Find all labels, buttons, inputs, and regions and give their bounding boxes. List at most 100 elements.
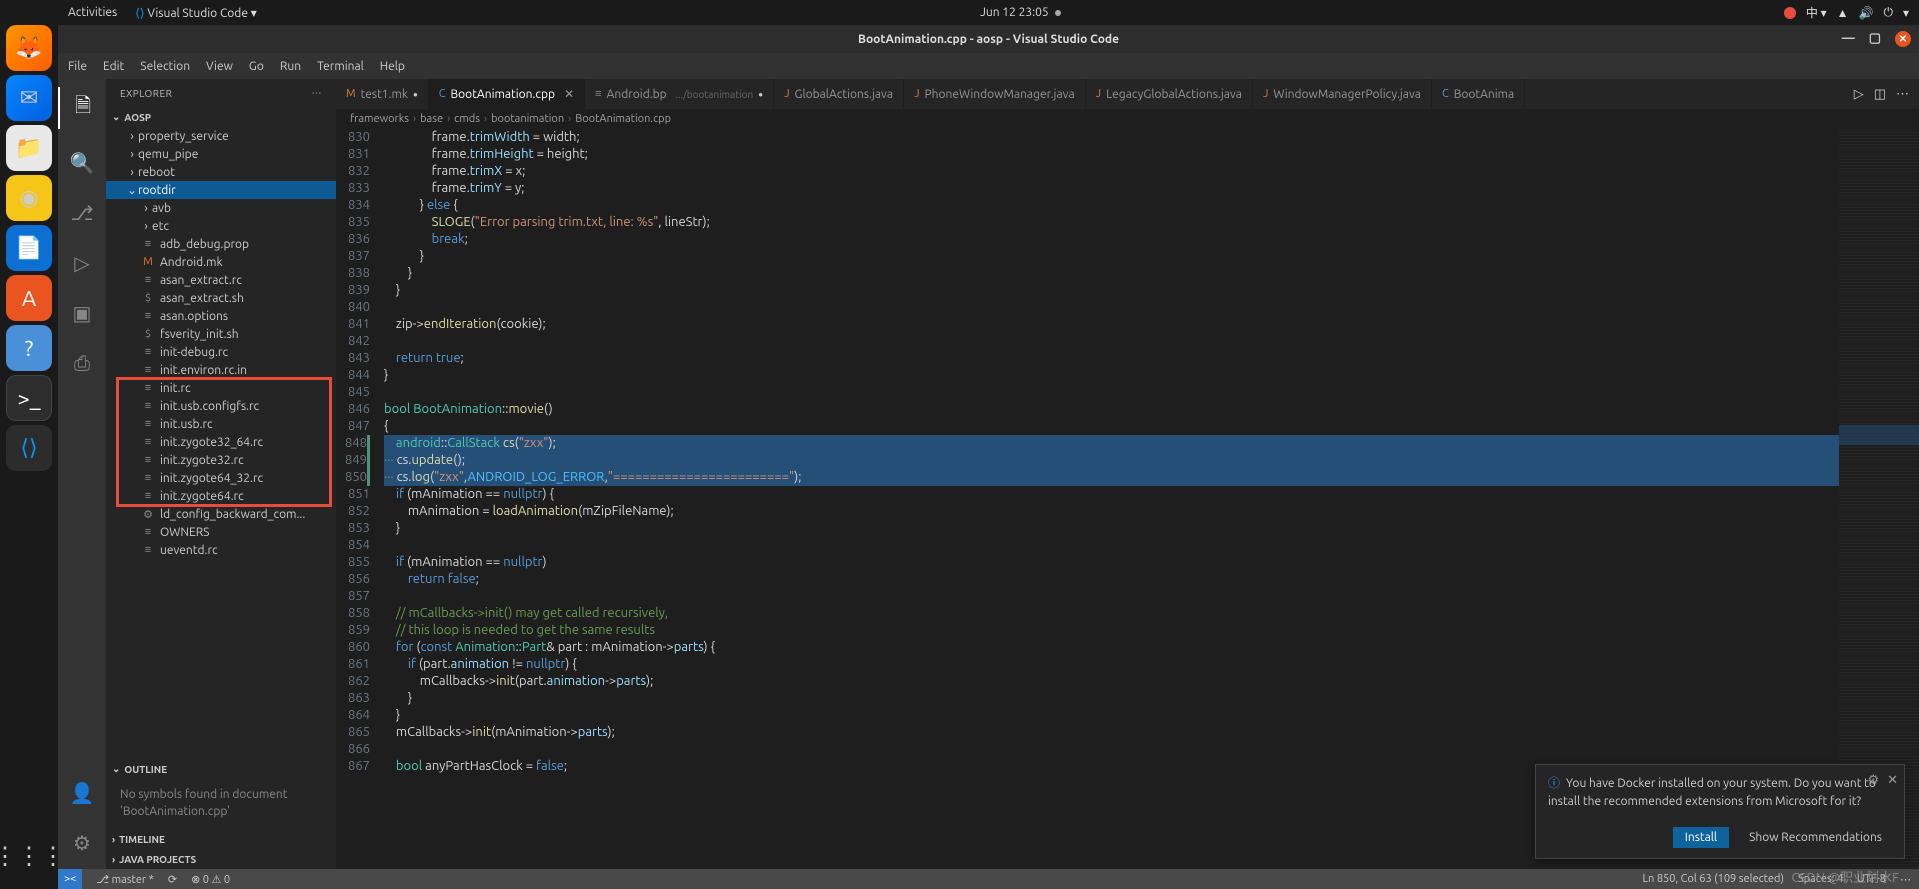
tab-windowmanagerpolicy-java[interactable]: JWindowManagerPolicy.java [1253,79,1432,109]
clock[interactable]: Jun 12 23:05 [980,6,1049,19]
maximize-button[interactable]: ▢ [1869,31,1881,47]
app-menu[interactable]: ⟨⟩ Visual Studio Code ▾ [135,6,257,20]
run-icon[interactable]: ▷ [1854,87,1864,102]
file-item[interactable]: ≡ueventd.rc [106,541,336,559]
more-icon[interactable]: ⋯ [1896,87,1909,102]
breadcrumb-segment[interactable]: bootanimation [491,113,564,125]
install-button[interactable]: Install [1673,827,1729,848]
menu-edit[interactable]: Edit [103,60,124,73]
remote-indicator[interactable]: >< [58,869,82,889]
extensions-view-icon[interactable]: ▣ [58,297,106,329]
git-sync[interactable]: ⟳ [168,873,177,886]
tab-phonewindowmanager-java[interactable]: JPhoneWindowManager.java [904,79,1086,109]
folder-item[interactable]: ›qemu_pipe [106,145,336,163]
outline-section-head[interactable]: ⌄OUTLINE [106,759,336,779]
problems-status[interactable]: ⊗ 0 ⚠ 0 [191,873,230,886]
file-item[interactable]: ≡asan.options [106,307,336,325]
file-item[interactable]: ≡init-debug.rc [106,343,336,361]
terminal-icon[interactable]: >_ [6,375,52,421]
breadcrumb-segment[interactable]: cmds [454,113,480,125]
file-item[interactable]: ≡init.zygote64_32.rc [106,469,336,487]
folder-item[interactable]: ›reboot [106,163,336,181]
tab-globalactions-java[interactable]: JGlobalActions.java [774,79,904,109]
show-recommendations-button[interactable]: Show Recommendations [1737,827,1894,848]
file-item[interactable]: ≡adb_debug.prop [106,235,336,253]
volume-icon[interactable]: 🔊 [1859,6,1874,20]
split-icon[interactable]: ◫ [1874,87,1886,102]
tab-bootanimation-cpp[interactable]: CBootAnimation.cpp✕ [429,79,585,109]
system-menu-chevron-icon[interactable]: ▾ [1903,6,1909,20]
software-icon[interactable]: A [6,275,52,321]
explorer-view-icon[interactable]: 🗎 [58,87,106,129]
menu-run[interactable]: Run [280,60,301,73]
folder-item[interactable]: ›etc [106,217,336,235]
show-apps-icon[interactable]: ⋮⋮⋮ [6,833,52,879]
run-view-icon[interactable]: ▷ [58,247,106,279]
git-branch[interactable]: ⎇ master * [96,873,153,886]
tab-bootanima[interactable]: CBootAnima [1432,79,1525,109]
file-item[interactable]: ⚙ld_config_backward_com... [106,505,336,523]
breadcrumb-segment[interactable]: frameworks [350,113,409,125]
file-item[interactable]: ≡init.usb.rc [106,415,336,433]
help-icon[interactable]: ? [6,325,52,371]
menu-help[interactable]: Help [380,60,405,73]
minimap[interactable] [1839,129,1919,869]
file-item[interactable]: $asan_extract.sh [106,289,336,307]
editor[interactable]: 8308318328338348358368378388398408418428… [336,129,1919,869]
file-item[interactable]: ≡init.zygote32.rc [106,451,336,469]
notification-close-icon[interactable]: ✕ [1887,771,1898,791]
files-icon[interactable]: 📁 [6,125,52,171]
close-button[interactable]: ✕ [1895,31,1911,47]
minimize-button[interactable]: — [1842,31,1855,47]
vscode-window: BootAnimation.cpp - aosp - Visual Studio… [58,25,1919,889]
file-item[interactable]: ≡init.zygote32_64.rc [106,433,336,451]
breadcrumb-segment[interactable]: base [420,113,443,125]
indentation-status[interactable]: Spaces: 4 [1798,873,1843,886]
vscode-icon[interactable]: ⟨⟩ [6,425,52,471]
network-icon[interactable]: ▲ [1837,6,1849,20]
input-source[interactable]: 中 ▾ [1806,4,1827,21]
search-view-icon[interactable]: 🔍 [58,147,106,179]
remote-view-icon[interactable]: ⎙ [58,347,106,379]
rhythmbox-icon[interactable]: ◉ [6,175,52,221]
tray-notification-icon[interactable] [1784,7,1796,19]
menu-selection[interactable]: Selection [140,60,190,73]
file-item[interactable]: ≡init.usb.configfs.rc [106,397,336,415]
scm-view-icon[interactable]: ⎇ [58,197,106,229]
tab-legacyglobalactions-java[interactable]: JLegacyGlobalActions.java [1086,79,1253,109]
tab-android-bp[interactable]: ≡Android.bp.../bootanimation● [585,79,774,109]
folder-item[interactable]: ⌄rootdir [106,181,336,199]
activities-button[interactable]: Activities [68,6,117,19]
breadcrumb-segment[interactable]: BootAnimation.cpp [575,113,671,125]
power-icon[interactable]: ⏻ [1883,6,1893,20]
project-section-head[interactable]: ⌄AOSP [106,107,336,127]
folder-item[interactable]: ›property_service [106,127,336,145]
explorer-more-icon[interactable]: ⋯ [312,87,323,99]
java-projects-section-head[interactable]: ›JAVA PROJECTS [106,849,336,869]
file-item[interactable]: ≡OWNERS [106,523,336,541]
encoding-status[interactable]: UTF-8 [1857,873,1886,886]
settings-gear-icon[interactable]: ⚙ [58,827,106,859]
status-more[interactable]: ⋯ [1900,873,1911,886]
libreoffice-icon[interactable]: 📄 [6,225,52,271]
file-item[interactable]: ≡asan_extract.rc [106,271,336,289]
code-content[interactable]: frame.trimWidth = width; frame.trimHeigh… [384,129,1839,869]
timeline-section-head[interactable]: ›TIMELINE [106,829,336,849]
menu-terminal[interactable]: Terminal [317,60,364,73]
firefox-icon[interactable]: 🦊 [6,25,52,71]
file-item[interactable]: ≡init.environ.rc.in [106,361,336,379]
file-item[interactable]: ≡init.rc [106,379,336,397]
file-item[interactable]: MAndroid.mk [106,253,336,271]
menu-file[interactable]: File [68,60,87,73]
menu-go[interactable]: Go [249,60,264,73]
accounts-icon[interactable]: 👤 [58,777,106,809]
notification-gear-icon[interactable]: ⚙ [1867,771,1879,791]
file-item[interactable]: ≡init.zygote64.rc [106,487,336,505]
folder-item[interactable]: ›avb [106,199,336,217]
breadcrumbs[interactable]: frameworks›base›cmds›bootanimation›BootA… [336,109,1919,129]
menu-view[interactable]: View [206,60,233,73]
thunderbird-icon[interactable]: ✉ [6,75,52,121]
tab-test1-mk[interactable]: Mtest1.mk● [336,79,429,109]
cursor-position[interactable]: Ln 850, Col 63 (109 selected) [1642,873,1784,886]
file-item[interactable]: $fsverity_init.sh [106,325,336,343]
